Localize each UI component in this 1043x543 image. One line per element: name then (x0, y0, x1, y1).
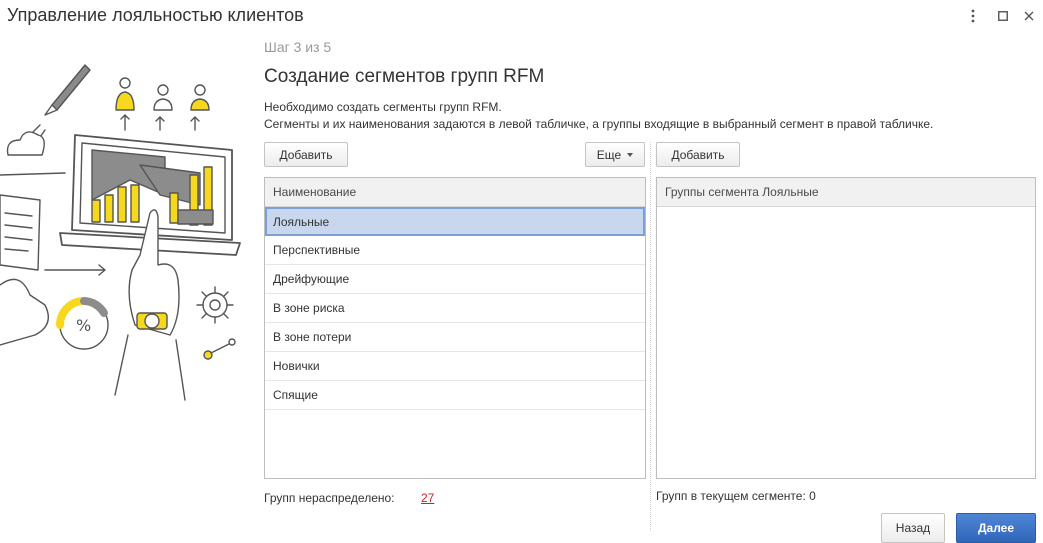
unassigned-groups-count-link[interactable]: 27 (421, 491, 434, 505)
step-indicator: Шаг 3 из 5 (264, 39, 332, 55)
more-button-label: Еще (596, 147, 622, 162)
description-line: Необходимо создать сегменты групп RFM. (264, 100, 502, 114)
maximize-button[interactable] (993, 6, 1013, 26)
page-title: Создание сегментов групп RFM (264, 66, 545, 87)
back-button[interactable]: Назад (881, 513, 945, 543)
segment-groups-column-header[interactable]: Группы сегмента Лояльные (657, 178, 1035, 207)
description: Необходимо создать сегменты групп RFM. С… (264, 99, 933, 133)
segment-groups-table[interactable]: Группы сегмента Лояльные (656, 177, 1036, 479)
description-line: Сегменты и их наименования задаются в ле… (264, 117, 934, 131)
close-button[interactable] (1019, 6, 1039, 26)
window-title: Управление лояльностью клиентов (7, 5, 304, 25)
more-vertical-icon (971, 9, 975, 23)
table-row[interactable]: В зоне потери (265, 323, 645, 352)
table-row[interactable]: Дрейфующие (265, 265, 645, 294)
add-segment-button[interactable]: Добавить (264, 142, 348, 167)
table-row[interactable]: Новички (265, 352, 645, 381)
table-row[interactable]: Лояльные (265, 207, 645, 236)
dropdown-caret-icon (627, 152, 634, 157)
table-row[interactable]: В зоне риска (265, 294, 645, 323)
more-button[interactable]: Еще (585, 142, 645, 167)
table-row[interactable]: Спящие (265, 381, 645, 410)
table-row[interactable]: Перспективные (265, 236, 645, 265)
loyalty-illustration: % (0, 64, 241, 401)
next-button[interactable]: Далее (956, 513, 1036, 543)
segments-column-header[interactable]: Наименование (265, 178, 645, 207)
svg-text:%: % (76, 316, 91, 335)
more-menu-button[interactable] (963, 6, 983, 26)
close-icon (1024, 11, 1034, 21)
maximize-icon (998, 11, 1008, 21)
segments-table[interactable]: Наименование Лояльные Перспективные Дрей… (264, 177, 646, 479)
add-group-button[interactable]: Добавить (656, 142, 740, 167)
title-bar: Управление лояльностью клиентов (0, 0, 1043, 32)
current-segment-groups-label: Групп в текущем сегменте: 0 (656, 489, 816, 503)
unassigned-groups-label: Групп нераспределено: (264, 491, 395, 505)
panel-divider (650, 142, 652, 531)
